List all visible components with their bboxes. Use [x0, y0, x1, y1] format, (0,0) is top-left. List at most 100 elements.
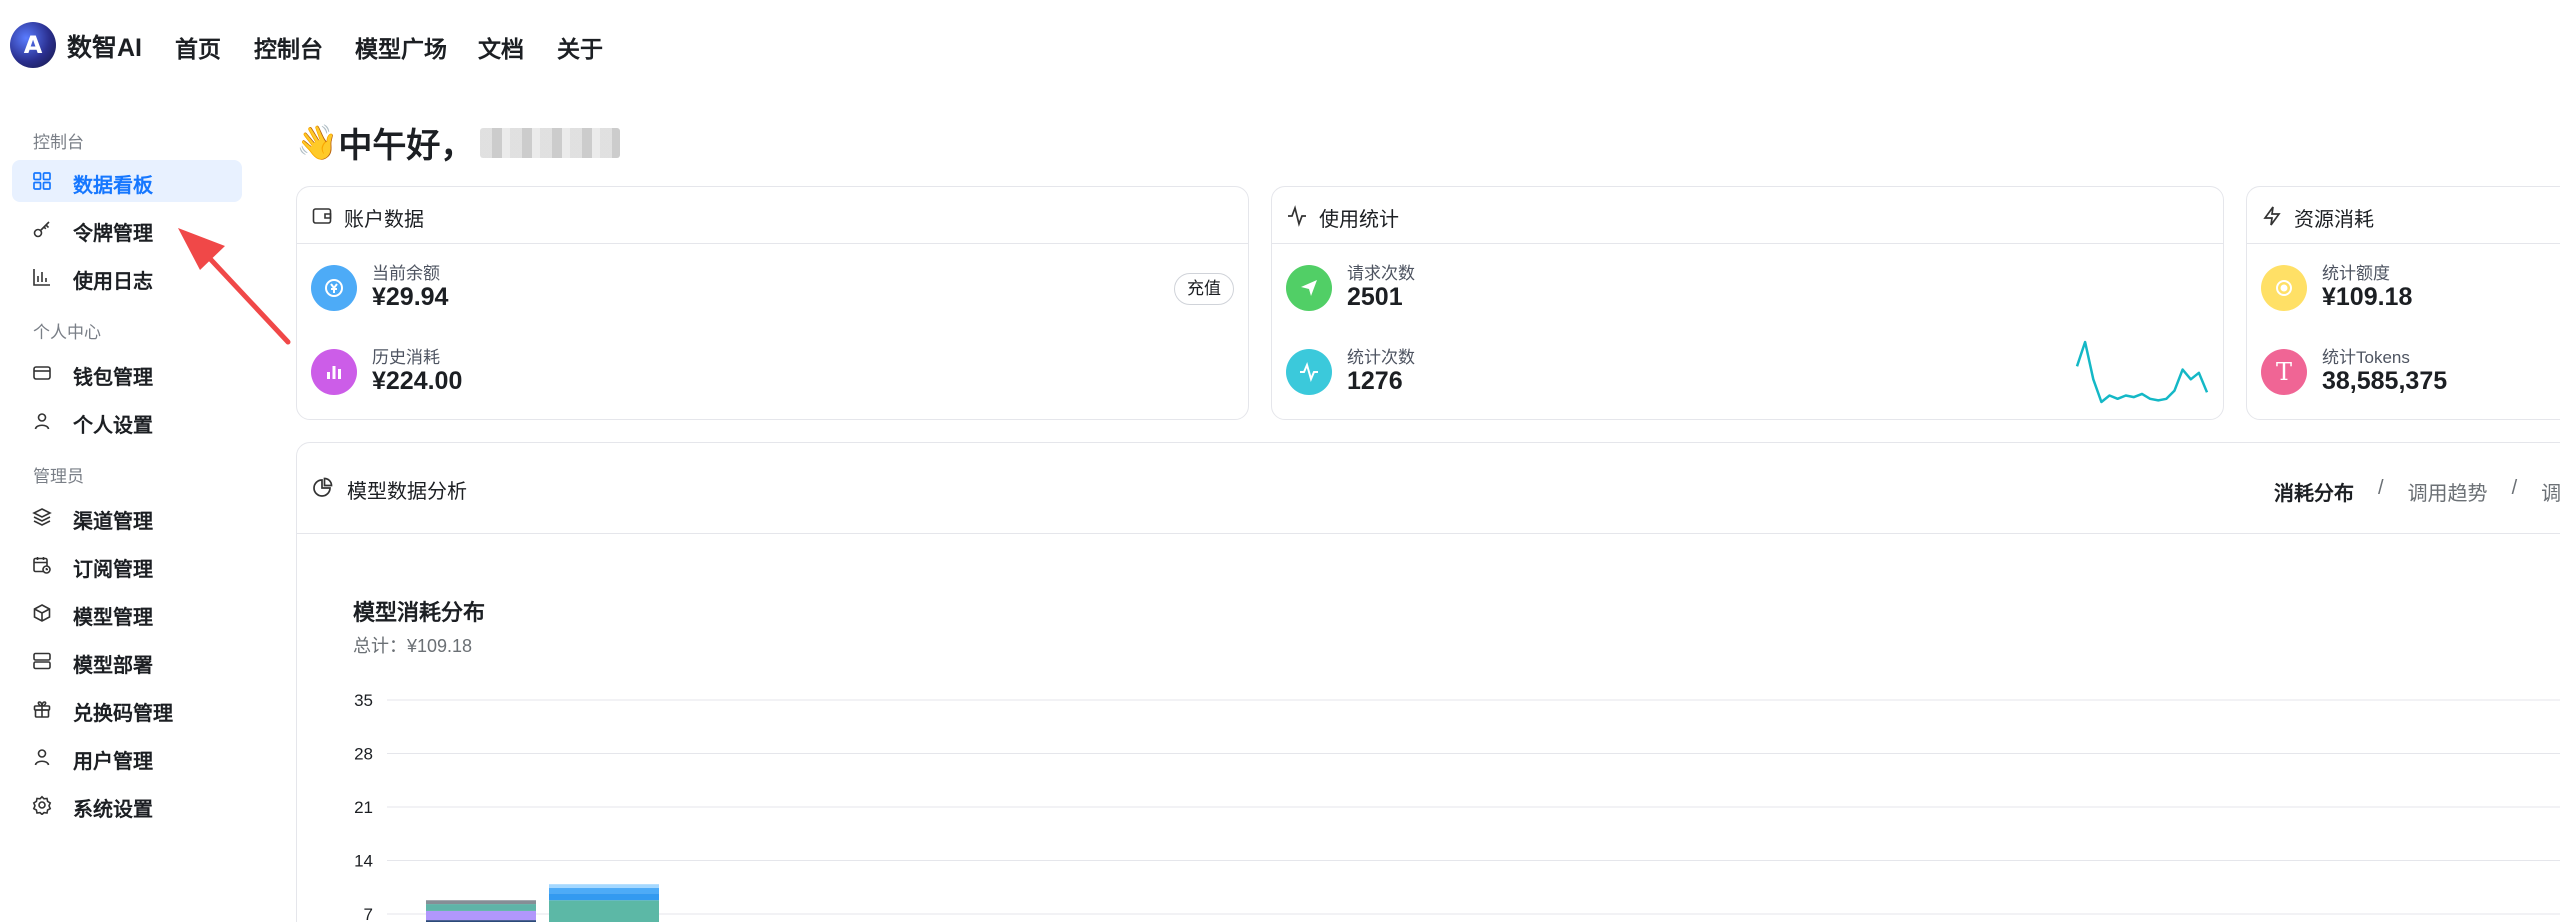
sidebar-item-label: 渠道管理	[73, 511, 153, 533]
card-header: 资源消耗	[2247, 187, 2560, 244]
nav-model-square[interactable]: 模型广场	[355, 30, 447, 64]
quota-stat: 统计额度 ¥109.18	[2261, 259, 2560, 319]
requests-label: 请求次数	[1347, 264, 1415, 283]
logo-letter: A	[23, 31, 43, 59]
wallet-icon	[312, 208, 332, 224]
cube-icon	[33, 604, 51, 622]
stats-count-stat: 统计次数 1276	[1286, 343, 1886, 403]
balance-stat: 当前余额 ¥29.94	[311, 259, 911, 319]
y-tick-label: 28	[354, 745, 373, 764]
sidebar-item-label: 令牌管理	[73, 223, 153, 245]
wallet-icon	[33, 366, 51, 380]
nav-about[interactable]: 关于	[557, 30, 603, 64]
balance-value: ¥29.94	[372, 283, 449, 311]
lightning-icon	[2263, 206, 2281, 226]
text-t-icon: T	[2261, 349, 2307, 395]
nav-console[interactable]: 控制台	[254, 30, 323, 64]
greeting-text: 中午好，	[338, 127, 475, 165]
username-blurred	[480, 127, 621, 158]
coin-icon	[2261, 265, 2307, 311]
sidebar-item-redeem[interactable]: 兑换码管理	[12, 688, 242, 730]
y-tick-label: 35	[354, 691, 373, 710]
sidebar-group-personal: 个人中心	[33, 323, 101, 342]
requests-value: 2501	[1347, 283, 1403, 311]
sidebar-item-wallet[interactable]: 钱包管理	[12, 352, 242, 394]
card-title: 账户数据	[344, 209, 424, 231]
sidebar-item-label: 模型管理	[73, 607, 153, 629]
requests-stat: 请求次数 2501	[1286, 259, 1886, 319]
sidebar-item-users[interactable]: 用户管理	[12, 736, 242, 778]
sidebar-item-dashboard[interactable]: 数据看板	[12, 160, 242, 202]
sidebar-item-label: 个人设置	[73, 415, 153, 437]
tokens-label: 统计Tokens	[2322, 348, 2410, 367]
y-tick-label: 14	[354, 852, 373, 871]
resource-card: 资源消耗 统计额度 ¥109.18 T 统计Tokens 38,585,375	[2246, 186, 2560, 420]
bar-segment[interactable]	[426, 904, 536, 911]
account-card: 账户数据 当前余额 ¥29.94 充值 历史消耗 ¥224.00	[296, 186, 1249, 420]
history-value: ¥224.00	[372, 367, 463, 395]
key-icon	[33, 221, 50, 238]
top-navigation: A 数智AI 首页 控制台 模型广场 文档 关于	[0, 0, 2560, 90]
bar-segment[interactable]	[549, 888, 659, 894]
sidebar-group-console: 控制台	[33, 133, 84, 152]
sidebar-item-channels[interactable]: 渠道管理	[12, 496, 242, 538]
card-title: 资源消耗	[2294, 209, 2374, 231]
sidebar-item-label: 模型部署	[73, 655, 153, 677]
quota-label: 统计额度	[2322, 264, 2390, 283]
sidebar-item-label: 兑换码管理	[73, 703, 173, 725]
gear-icon	[32, 795, 52, 815]
sidebar-group-admin: 管理员	[33, 467, 84, 486]
tokens-value: 38,585,375	[2322, 367, 2448, 395]
sidebar-item-label: 用户管理	[73, 751, 153, 773]
model-analysis-panel: 模型数据分析 消耗分布 / 调用趋势 / 调 模型消耗分布 总计：¥109.18…	[296, 442, 2560, 922]
sidebar-item-label: 系统设置	[73, 799, 153, 821]
coin-icon	[311, 265, 357, 311]
sidebar-item-label: 订阅管理	[73, 559, 153, 581]
gift-icon	[33, 701, 51, 718]
calendar-clock-icon	[33, 557, 51, 574]
sidebar-item-deploy[interactable]: 模型部署	[12, 640, 242, 682]
sidebar-item-label: 数据看板	[73, 175, 153, 197]
stats-count-label: 统计次数	[1347, 348, 1415, 367]
layers-icon	[32, 508, 52, 526]
send-icon	[1286, 265, 1332, 311]
stacked-bar-chart: 35 28 21 14 7	[354, 691, 2560, 922]
y-tick-label: 7	[364, 905, 373, 922]
sparkline-chart	[2075, 340, 2209, 404]
nav-docs[interactable]: 文档	[478, 30, 524, 64]
bar-segment[interactable]	[549, 893, 659, 901]
dashboard-icon	[33, 172, 51, 190]
bar-segment[interactable]	[549, 884, 659, 889]
bar-segment[interactable]	[549, 900, 659, 922]
sidebar-item-tokens[interactable]: 令牌管理	[12, 208, 242, 250]
card-title: 使用统计	[1319, 209, 1399, 231]
server-icon	[33, 652, 51, 670]
sidebar-item-personal-settings[interactable]: 个人设置	[12, 400, 242, 442]
card-header: 账户数据	[297, 187, 1248, 244]
y-tick-label: 21	[354, 798, 373, 817]
quota-value: ¥109.18	[2322, 283, 2413, 311]
sidebar-item-models[interactable]: 模型管理	[12, 592, 242, 634]
stats-count-value: 1276	[1347, 367, 1403, 395]
bar-segment[interactable]	[426, 900, 536, 905]
sidebar-item-system-settings[interactable]: 系统设置	[12, 784, 242, 826]
logo[interactable]: A	[10, 22, 56, 68]
tokens-stat: T 统计Tokens 38,585,375	[2261, 343, 2560, 403]
bar-chart-icon	[33, 269, 50, 286]
sidebar-item-label: 钱包管理	[73, 367, 153, 389]
sidebar-item-subscriptions[interactable]: 订阅管理	[12, 544, 242, 586]
user-icon	[34, 749, 50, 766]
user-icon	[34, 413, 50, 430]
sparkline-series	[2075, 340, 2209, 404]
history-stat: 历史消耗 ¥224.00	[311, 343, 911, 403]
activity-icon	[1286, 349, 1332, 395]
usage-card: 使用统计 请求次数 2501 统计次数 1276	[1271, 186, 2224, 420]
sidebar-item-logs[interactable]: 使用日志	[12, 256, 242, 298]
brand-name[interactable]: 数智AI	[67, 28, 142, 64]
recharge-button[interactable]: 充值	[1174, 273, 1234, 305]
bar-chart-icon	[311, 349, 357, 395]
bar-segment[interactable]	[426, 910, 536, 921]
activity-icon	[1288, 205, 1306, 227]
nav-home[interactable]: 首页	[175, 30, 221, 64]
wave-emoji: 👋	[296, 123, 339, 162]
